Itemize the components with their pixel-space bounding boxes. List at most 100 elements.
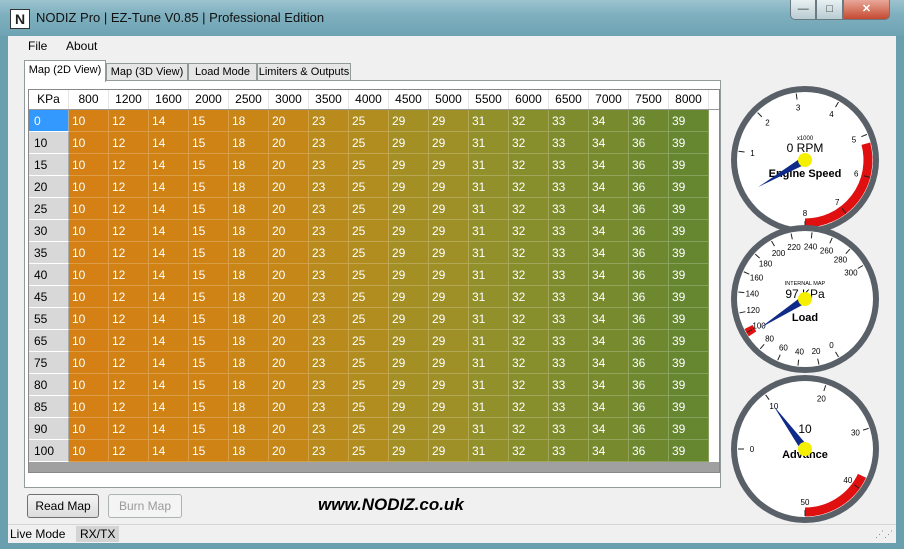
resize-grip-icon[interactable]: ⋰⋰ — [875, 529, 893, 540]
map-cell[interactable]: 18 — [229, 330, 269, 352]
map-cell[interactable]: 23 — [309, 440, 349, 462]
map-cell[interactable]: 31 — [469, 440, 509, 462]
map-cell[interactable]: 14 — [149, 396, 189, 418]
map-cell[interactable]: 36 — [629, 132, 669, 154]
map-cell[interactable]: 33 — [549, 198, 589, 220]
map-cell[interactable]: 29 — [389, 242, 429, 264]
map-cell[interactable]: 29 — [429, 440, 469, 462]
read-map-button[interactable]: Read Map — [27, 494, 99, 518]
map-cell[interactable]: 39 — [669, 198, 709, 220]
row-header[interactable]: 65 — [29, 330, 69, 352]
map-cell[interactable]: 29 — [429, 220, 469, 242]
map-cell[interactable]: 29 — [429, 308, 469, 330]
map-cell[interactable]: 20 — [269, 154, 309, 176]
map-cell[interactable]: 32 — [509, 418, 549, 440]
map-cell[interactable]: 29 — [389, 440, 429, 462]
map-cell[interactable]: 39 — [669, 220, 709, 242]
map-cell[interactable]: 33 — [549, 308, 589, 330]
map-cell[interactable]: 10 — [69, 440, 109, 462]
map-cell[interactable]: 31 — [469, 308, 509, 330]
row-header[interactable]: 80 — [29, 374, 69, 396]
map-cell[interactable]: 25 — [349, 264, 389, 286]
map-cell[interactable]: 25 — [349, 220, 389, 242]
map-cell[interactable]: 34 — [589, 176, 629, 198]
map-cell[interactable]: 14 — [149, 242, 189, 264]
map-cell[interactable]: 10 — [69, 198, 109, 220]
map-cell[interactable]: 14 — [149, 176, 189, 198]
map-cell[interactable]: 34 — [589, 374, 629, 396]
map-cell[interactable]: 10 — [69, 176, 109, 198]
map-cell[interactable]: 39 — [669, 418, 709, 440]
map-cell[interactable]: 31 — [469, 330, 509, 352]
row-header[interactable]: 20 — [29, 176, 69, 198]
map-cell[interactable]: 32 — [509, 110, 549, 132]
map-cell[interactable]: 20 — [269, 418, 309, 440]
map-cell[interactable]: 25 — [349, 198, 389, 220]
map-cell[interactable]: 23 — [309, 286, 349, 308]
map-cell[interactable]: 33 — [549, 374, 589, 396]
row-header[interactable]: 35 — [29, 242, 69, 264]
map-cell[interactable]: 15 — [189, 154, 229, 176]
map-cell[interactable]: 20 — [269, 396, 309, 418]
map-cell[interactable]: 39 — [669, 176, 709, 198]
map-cell[interactable]: 33 — [549, 286, 589, 308]
map-cell[interactable]: 25 — [349, 242, 389, 264]
map-cell[interactable]: 10 — [69, 242, 109, 264]
map-cell[interactable]: 39 — [669, 264, 709, 286]
map-cell[interactable]: 14 — [149, 440, 189, 462]
map-cell[interactable]: 39 — [669, 330, 709, 352]
map-cell[interactable]: 29 — [389, 220, 429, 242]
burn-map-button[interactable]: Burn Map — [108, 494, 182, 518]
map-cell[interactable]: 25 — [349, 176, 389, 198]
map-cell[interactable]: 29 — [429, 176, 469, 198]
row-header[interactable]: 40 — [29, 264, 69, 286]
map-cell[interactable]: 20 — [269, 330, 309, 352]
map-cell[interactable]: 33 — [549, 264, 589, 286]
tab-load-mode[interactable]: Load Mode — [188, 63, 257, 81]
map-cell[interactable]: 15 — [189, 176, 229, 198]
map-cell[interactable]: 20 — [269, 352, 309, 374]
map-cell[interactable]: 18 — [229, 352, 269, 374]
map-cell[interactable]: 36 — [629, 396, 669, 418]
map-cell[interactable]: 34 — [589, 110, 629, 132]
map-cell[interactable]: 36 — [629, 264, 669, 286]
map-cell[interactable]: 23 — [309, 220, 349, 242]
map-cell[interactable]: 10 — [69, 286, 109, 308]
map-cell[interactable]: 36 — [629, 352, 669, 374]
map-cell[interactable]: 14 — [149, 418, 189, 440]
map-cell[interactable]: 23 — [309, 264, 349, 286]
map-cell[interactable]: 29 — [429, 396, 469, 418]
map-cell[interactable]: 12 — [109, 264, 149, 286]
map-cell[interactable]: 36 — [629, 308, 669, 330]
row-header[interactable]: 10 — [29, 132, 69, 154]
map-cell[interactable]: 32 — [509, 440, 549, 462]
map-cell[interactable]: 18 — [229, 286, 269, 308]
map-cell[interactable]: 29 — [389, 374, 429, 396]
map-cell[interactable]: 25 — [349, 132, 389, 154]
map-cell[interactable]: 15 — [189, 264, 229, 286]
map-cell[interactable]: 29 — [429, 198, 469, 220]
map-cell[interactable]: 31 — [469, 264, 509, 286]
map-cell[interactable]: 34 — [589, 418, 629, 440]
row-header[interactable]: 75 — [29, 352, 69, 374]
map-cell[interactable]: 12 — [109, 154, 149, 176]
map-cell[interactable]: 32 — [509, 286, 549, 308]
map-cell[interactable]: 39 — [669, 440, 709, 462]
map-cell[interactable]: 20 — [269, 440, 309, 462]
map-cell[interactable]: 18 — [229, 220, 269, 242]
map-cell[interactable]: 12 — [109, 440, 149, 462]
map-cell[interactable]: 34 — [589, 396, 629, 418]
map-cell[interactable]: 31 — [469, 374, 509, 396]
map-cell[interactable]: 25 — [349, 374, 389, 396]
map-cell[interactable]: 18 — [229, 374, 269, 396]
map-cell[interactable]: 10 — [69, 396, 109, 418]
map-cell[interactable]: 25 — [349, 396, 389, 418]
map-cell[interactable]: 12 — [109, 242, 149, 264]
map-cell[interactable]: 31 — [469, 132, 509, 154]
map-cell[interactable]: 29 — [389, 396, 429, 418]
map-cell[interactable]: 34 — [589, 352, 629, 374]
map-cell[interactable]: 29 — [389, 286, 429, 308]
map-cell[interactable]: 25 — [349, 352, 389, 374]
minimize-button[interactable]: — — [790, 0, 817, 20]
map-cell[interactable]: 33 — [549, 396, 589, 418]
